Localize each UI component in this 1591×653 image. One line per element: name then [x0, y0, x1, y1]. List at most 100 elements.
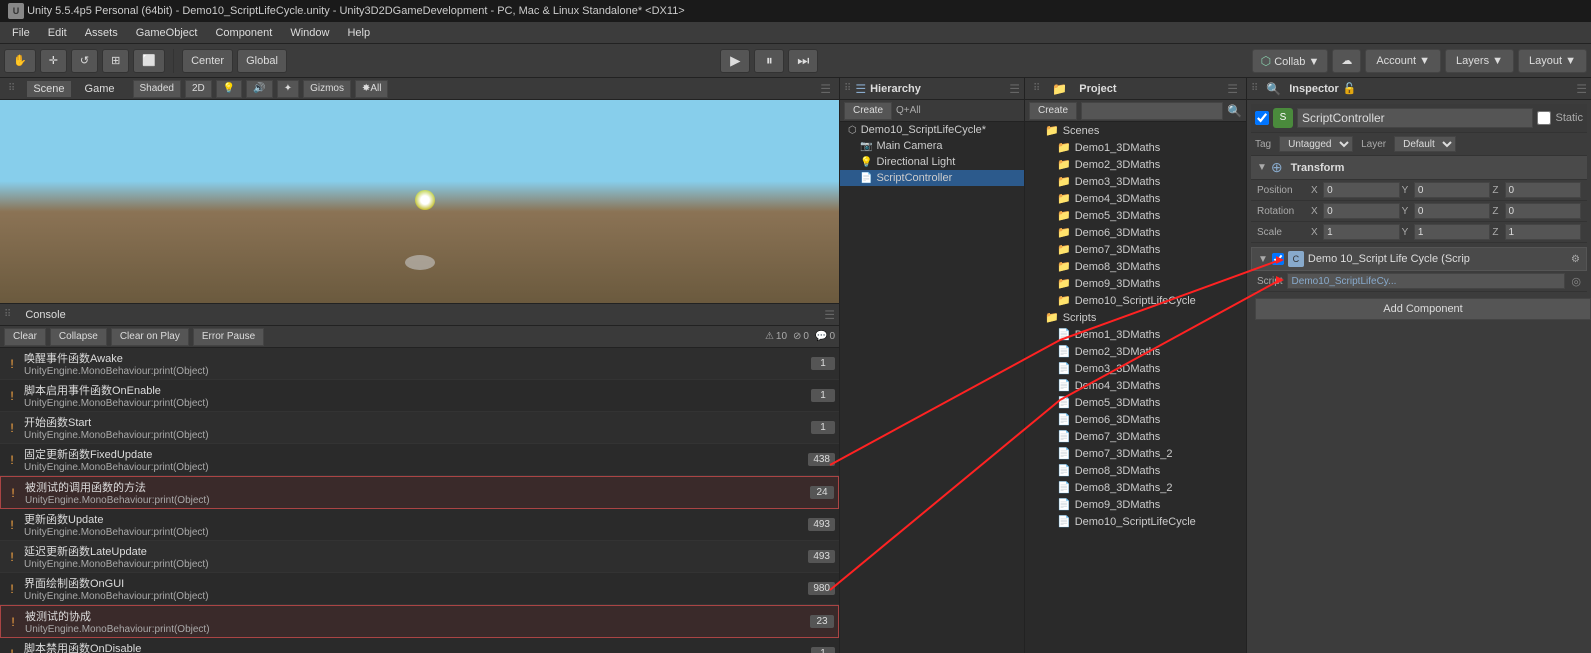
project-item[interactable]: 📄Demo2_3DMaths — [1025, 343, 1246, 360]
hierarchy-item[interactable]: 📄ScriptController — [840, 170, 1024, 186]
gizmos-button[interactable]: Gizmos — [303, 80, 351, 98]
object-name-input[interactable] — [1297, 108, 1534, 128]
position-x-input[interactable] — [1323, 182, 1399, 198]
object-active-checkbox[interactable] — [1255, 111, 1269, 125]
hand-tool-button[interactable]: ✋ — [4, 49, 36, 73]
console-row[interactable]: !唤醒事件函数AwakeUnityEngine.MonoBehaviour:pr… — [0, 348, 839, 380]
project-item[interactable]: 📁Demo9_3DMaths — [1025, 275, 1246, 292]
rotation-y-input[interactable] — [1414, 203, 1490, 219]
shaded-button[interactable]: Shaded — [133, 80, 181, 98]
project-item[interactable]: 📄Demo10_ScriptLifeCycle — [1025, 513, 1246, 530]
audio-toggle[interactable]: 🔊 — [246, 80, 272, 98]
scale-z-input[interactable] — [1505, 224, 1581, 240]
hierarchy-item[interactable]: 💡Directional Light — [840, 154, 1024, 170]
lock-icon[interactable]: 🔓 — [1343, 82, 1357, 95]
layout-button[interactable]: Layout ▼ — [1518, 49, 1587, 73]
effects-toggle[interactable]: ✦ — [277, 80, 299, 98]
project-item[interactable]: 📁Demo6_3DMaths — [1025, 224, 1246, 241]
center-button[interactable]: Center — [182, 49, 233, 73]
clear-on-play-button[interactable]: Clear on Play — [111, 328, 189, 346]
project-item[interactable]: 📄Demo8_3DMaths — [1025, 462, 1246, 479]
console-menu-icon[interactable]: ☰ — [824, 308, 835, 322]
hierarchy-all-btn[interactable]: Q+All — [896, 105, 921, 116]
layers-button[interactable]: Layers ▼ — [1445, 49, 1514, 73]
console-row[interactable]: !脚本禁用函数OnDisableUnityEngine.MonoBehaviou… — [0, 638, 839, 653]
project-item[interactable]: 📄Demo6_3DMaths — [1025, 411, 1246, 428]
menu-component[interactable]: Component — [207, 25, 280, 41]
add-component-button[interactable]: Add Component — [1255, 298, 1591, 320]
rotation-z-input[interactable] — [1505, 203, 1581, 219]
error-pause-button[interactable]: Error Pause — [193, 328, 264, 346]
pause-button[interactable]: ⏸ — [754, 49, 784, 73]
component-settings-icon[interactable]: ⚙ — [1571, 254, 1580, 265]
menu-edit[interactable]: Edit — [40, 25, 75, 41]
menu-file[interactable]: File — [4, 25, 38, 41]
collapse-button[interactable]: Collapse — [50, 328, 107, 346]
menu-window[interactable]: Window — [282, 25, 337, 41]
project-item[interactable]: 📁Demo1_3DMaths — [1025, 139, 1246, 156]
console-row[interactable]: !被测试的协成UnityEngine.MonoBehaviour:print(O… — [0, 605, 839, 638]
position-y-input[interactable] — [1414, 182, 1490, 198]
component-active-checkbox[interactable] — [1272, 253, 1284, 265]
menu-gameobject[interactable]: GameObject — [128, 25, 206, 41]
layer-dropdown[interactable]: Default — [1394, 136, 1456, 152]
cloud-button[interactable]: ☁ — [1332, 49, 1361, 73]
rect-tool-button[interactable]: ⬜ — [133, 49, 165, 73]
hierarchy-item[interactable]: 📷Main Camera — [840, 138, 1024, 154]
project-item[interactable]: 📄Demo9_3DMaths — [1025, 496, 1246, 513]
console-body[interactable]: !唤醒事件函数AwakeUnityEngine.MonoBehaviour:pr… — [0, 348, 839, 653]
tag-dropdown[interactable]: Untagged — [1279, 136, 1353, 152]
project-item[interactable]: 📄Demo8_3DMaths_2 — [1025, 479, 1246, 496]
inspector-menu-icon[interactable]: ☰ — [1576, 82, 1587, 96]
script-file-input[interactable] — [1287, 273, 1566, 289]
project-item[interactable]: 📁Demo2_3DMaths — [1025, 156, 1246, 173]
hierarchy-item[interactable]: ⬡Demo10_ScriptLifeCycle* — [840, 122, 1024, 138]
project-item[interactable]: 📁Demo7_3DMaths — [1025, 241, 1246, 258]
scene-view[interactable] — [0, 100, 839, 303]
clear-button[interactable]: Clear — [4, 328, 46, 346]
rotate-tool-button[interactable]: ↺ — [71, 49, 98, 73]
script-picker-icon[interactable]: ◎ — [1571, 275, 1581, 288]
project-item[interactable]: 📁Demo8_3DMaths — [1025, 258, 1246, 275]
console-row[interactable]: !延迟更新函数LateUpdateUnityEngine.MonoBehavio… — [0, 541, 839, 573]
static-checkbox[interactable] — [1537, 111, 1551, 125]
console-row[interactable]: !固定更新函数FixedUpdateUnityEngine.MonoBehavi… — [0, 444, 839, 476]
console-row[interactable]: !被测试的调用函数的方法UnityEngine.MonoBehaviour:pr… — [0, 476, 839, 509]
hierarchy-menu-icon[interactable]: ☰ — [1009, 82, 1020, 96]
menu-help[interactable]: Help — [339, 25, 378, 41]
script-component-header[interactable]: ▼ C Demo 10_Script Life Cycle (Scrip ⚙ — [1251, 247, 1587, 271]
project-item[interactable]: 📄Demo7_3DMaths_2 — [1025, 445, 1246, 462]
project-create-button[interactable]: Create — [1029, 102, 1077, 120]
project-item[interactable]: 📁Scenes — [1025, 122, 1246, 139]
all-tag-button[interactable]: ✸All — [355, 80, 389, 98]
search-icon[interactable]: 🔍 — [1227, 104, 1242, 118]
collab-button[interactable]: ⬡ Collab ▼ — [1252, 49, 1329, 73]
project-item[interactable]: 📄Demo7_3DMaths — [1025, 428, 1246, 445]
rotation-x-input[interactable] — [1323, 203, 1399, 219]
scale-y-input[interactable] — [1414, 224, 1490, 240]
project-menu-icon[interactable]: ☰ — [1227, 82, 1238, 96]
position-z-input[interactable] — [1505, 182, 1581, 198]
panel-menu-icon[interactable]: ☰ — [820, 82, 831, 96]
menu-assets[interactable]: Assets — [77, 25, 126, 41]
console-row[interactable]: !更新函数UpdateUnityEngine.MonoBehaviour:pri… — [0, 509, 839, 541]
project-item[interactable]: 📁Demo10_ScriptLifeCycle — [1025, 292, 1246, 309]
global-button[interactable]: Global — [237, 49, 287, 73]
2d-button[interactable]: 2D — [185, 80, 212, 98]
transform-section-header[interactable]: ▼ ⊕ Transform — [1251, 156, 1587, 180]
project-item[interactable]: 📄Demo3_3DMaths — [1025, 360, 1246, 377]
scale-x-input[interactable] — [1323, 224, 1399, 240]
project-item[interactable]: 📄Demo5_3DMaths — [1025, 394, 1246, 411]
scale-tool-button[interactable]: ⊞ — [102, 49, 129, 73]
console-row[interactable]: !开始函数StartUnityEngine.MonoBehaviour:prin… — [0, 412, 839, 444]
project-item[interactable]: 📁Demo5_3DMaths — [1025, 207, 1246, 224]
console-row[interactable]: !脚本启用事件函数OnEnableUnityEngine.MonoBehavio… — [0, 380, 839, 412]
scene-tab[interactable]: Scene — [27, 81, 70, 97]
console-tab[interactable]: Console — [19, 307, 71, 323]
project-item[interactable]: 📁Demo4_3DMaths — [1025, 190, 1246, 207]
project-item[interactable]: 📁Scripts — [1025, 309, 1246, 326]
hierarchy-create-button[interactable]: Create — [844, 102, 892, 120]
game-tab[interactable]: Game — [79, 81, 121, 97]
project-item[interactable]: 📄Demo4_3DMaths — [1025, 377, 1246, 394]
light-toggle[interactable]: 💡 — [216, 80, 242, 98]
